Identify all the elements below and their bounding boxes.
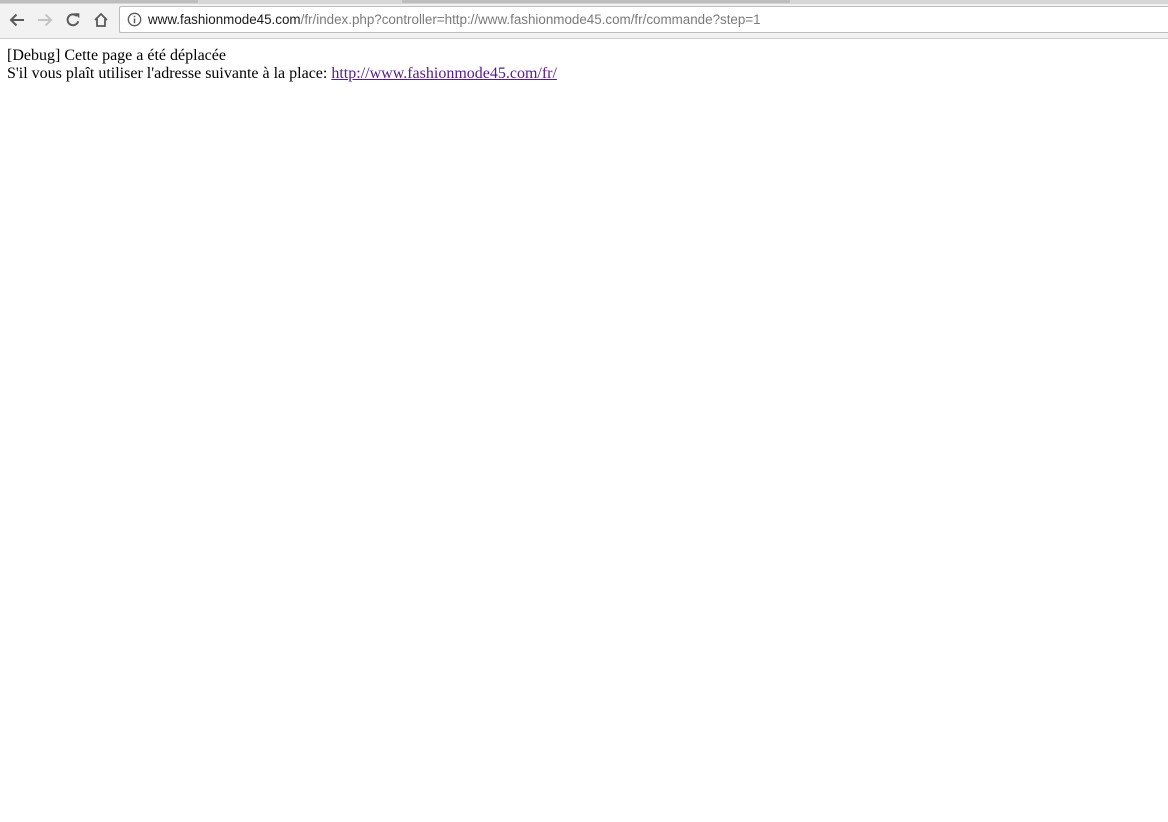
info-icon[interactable] [126,12,142,28]
instruction-text: S'il vous plaît utiliser l'adresse suiva… [7,65,328,82]
tab-edge[interactable] [0,0,198,3]
reload-button[interactable] [61,8,85,32]
forward-button[interactable] [33,8,57,32]
url-text[interactable]: www.fashionmode45.com/fr/index.php?contr… [148,12,761,27]
redirect-link[interactable]: http://www.fashionmode45.com/fr/ [331,65,557,82]
redirect-instruction: S'il vous plaît utiliser l'adresse suiva… [7,65,1161,83]
forward-arrow-icon [38,13,53,27]
page-content: [Debug] Cette page a été déplacée S'il v… [0,39,1168,91]
tab-edge[interactable] [402,0,790,3]
browser-toolbar: www.fashionmode45.com/fr/index.php?contr… [0,0,1168,39]
url-path: /fr/index.php?controller=http://www.fash… [300,12,761,27]
reload-icon [66,13,80,27]
home-icon [94,12,108,27]
home-button[interactable] [89,8,113,32]
tab-strip [0,0,1168,4]
debug-message: [Debug] Cette page a été déplacée [7,47,226,64]
back-button[interactable] [5,8,29,32]
back-arrow-icon [9,13,24,27]
url-host: www.fashionmode45.com [148,12,301,27]
address-bar[interactable]: www.fashionmode45.com/fr/index.php?contr… [119,6,1168,33]
